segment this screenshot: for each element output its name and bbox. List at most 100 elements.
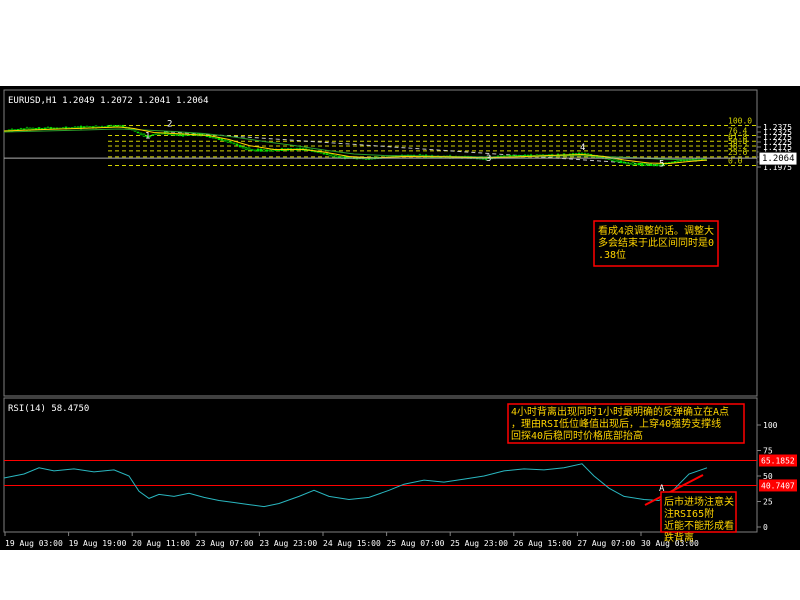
candle-body bbox=[232, 142, 236, 145]
candle-body bbox=[637, 163, 641, 166]
current-price-tag: 1.2064 bbox=[758, 151, 798, 166]
rsi-axis-label: 100 bbox=[763, 421, 778, 430]
candle-body bbox=[652, 164, 656, 167]
candle-body bbox=[139, 132, 143, 136]
candle-body bbox=[175, 134, 179, 136]
candle-body bbox=[649, 163, 653, 167]
candle-body bbox=[43, 127, 47, 130]
time-axis-label: 19 Aug 03:00 bbox=[5, 539, 63, 548]
candle-body bbox=[244, 147, 248, 150]
rsi-annotation-top-line: ，理由RSI低位峰值出现后，上穿40强势支撑线 bbox=[511, 417, 721, 430]
candle-body bbox=[610, 158, 614, 161]
candle-body bbox=[214, 137, 218, 139]
candle-body bbox=[631, 162, 635, 166]
candle-body bbox=[211, 136, 215, 139]
price-annotation-line: 看成4浪调整的话。调整大 bbox=[598, 224, 714, 237]
candle-body bbox=[334, 155, 338, 158]
price-annotation-box: 看成4浪调整的话。调整大多会结束于此区间同时是0.38位 bbox=[593, 220, 719, 267]
candle-body bbox=[28, 127, 32, 130]
wave-label: 3 bbox=[486, 154, 491, 164]
candle-body bbox=[34, 128, 38, 130]
candle-body bbox=[625, 161, 629, 165]
wave-label: 2 bbox=[167, 120, 172, 130]
candle-body bbox=[619, 160, 623, 163]
candle-body bbox=[241, 146, 245, 149]
candle-body bbox=[238, 144, 242, 148]
candle-body bbox=[172, 133, 176, 136]
candle-body bbox=[316, 151, 320, 154]
candle-body bbox=[154, 132, 158, 136]
rsi-axis-label: 75 bbox=[763, 447, 773, 456]
rsi-level-label: 65.1852 bbox=[761, 457, 795, 466]
price-annotation-line: .38位 bbox=[598, 248, 626, 261]
candle-body bbox=[655, 164, 659, 166]
rsi-annotation-bottom-line: 后市进场注意关 bbox=[664, 495, 734, 508]
candle-body bbox=[628, 162, 632, 165]
rsi-axis-label: 0 bbox=[763, 523, 768, 532]
candle-body bbox=[178, 134, 182, 136]
candle-body bbox=[76, 126, 80, 129]
candle-body bbox=[676, 159, 680, 162]
candle-body bbox=[253, 149, 257, 152]
wave-label: 5 bbox=[659, 160, 664, 170]
candle-body bbox=[673, 161, 677, 163]
candle-body bbox=[31, 127, 35, 130]
rsi-axis-label: 50 bbox=[763, 472, 773, 481]
price-chart-title: EURUSD,H1 1.2049 1.2072 1.2041 1.2064 bbox=[8, 96, 208, 106]
candle-body bbox=[220, 138, 224, 141]
rsi-title: RSI(14) 58.4750 bbox=[8, 404, 89, 414]
candle-body bbox=[151, 133, 155, 136]
rsi-level-label: 40.7407 bbox=[761, 481, 795, 490]
fib-level-label: 100.0 bbox=[728, 117, 752, 126]
wave-label: 4 bbox=[580, 143, 585, 153]
candle-body bbox=[226, 140, 230, 143]
time-axis-label: 26 Aug 15:00 bbox=[514, 539, 572, 548]
candle-body bbox=[331, 154, 335, 157]
candle-body bbox=[82, 126, 86, 129]
candle-body bbox=[319, 151, 323, 154]
candle-body bbox=[256, 148, 260, 152]
candle-body bbox=[622, 161, 626, 164]
candle-body bbox=[265, 149, 269, 152]
candle-body bbox=[229, 141, 233, 144]
candle-body bbox=[646, 164, 650, 166]
rsi-annotation-top-line: 回探40后稳同时价格底部抬高 bbox=[511, 429, 643, 442]
rsi-annotation-top-box: 4小时背离出现同时1小时最明确的反弹确立在A点，理由RSI低位峰值出现后，上穿4… bbox=[507, 403, 745, 444]
rsi-annotation-bottom-line: 近能不能形成看 bbox=[664, 519, 734, 532]
time-axis-label: 25 Aug 23:00 bbox=[450, 539, 508, 548]
rsi-annotation-bottom-line: 注RSI65附 bbox=[664, 507, 714, 520]
rsi-annotation-top-line: 4小时背离出现同时1小时最明确的反弹确立在A点 bbox=[511, 405, 729, 418]
rsi-axis-label: 25 bbox=[763, 498, 773, 507]
candle-body bbox=[235, 143, 239, 146]
candle-body bbox=[136, 131, 140, 134]
candle-body bbox=[247, 147, 251, 151]
candle-body bbox=[322, 152, 326, 155]
time-axis-label: 23 Aug 23:00 bbox=[259, 539, 317, 548]
candle-body bbox=[640, 162, 644, 166]
candle-body bbox=[73, 126, 77, 129]
candle-body bbox=[325, 153, 329, 155]
time-axis-label: 23 Aug 07:00 bbox=[196, 539, 254, 548]
candle-body bbox=[184, 134, 188, 136]
time-axis-label: 24 Aug 15:00 bbox=[323, 539, 381, 548]
time-axis-label: 25 Aug 07:00 bbox=[387, 539, 445, 548]
candle-body bbox=[613, 158, 617, 162]
candle-body bbox=[22, 128, 26, 131]
candle-body bbox=[223, 139, 227, 142]
candle-body bbox=[328, 153, 332, 157]
time-axis-label: 27 Aug 07:00 bbox=[577, 539, 635, 548]
wave-label: 1 bbox=[145, 131, 150, 141]
candle-body bbox=[268, 149, 272, 152]
candle-body bbox=[250, 148, 254, 151]
candle-body bbox=[634, 163, 638, 165]
candle-body bbox=[337, 156, 341, 158]
time-axis-label: 30 Aug 03:00 bbox=[641, 539, 699, 548]
current-price-label: 1.2064 bbox=[762, 154, 795, 164]
candle-body bbox=[91, 126, 95, 128]
candle-body bbox=[616, 159, 620, 163]
candle-body bbox=[643, 163, 647, 166]
candle-body bbox=[169, 133, 173, 136]
candle-body bbox=[262, 149, 266, 152]
candle-body bbox=[259, 148, 263, 152]
chart-canvas[interactable]: EURUSD,H1 1.2049 1.2072 1.2041 1.2064 10… bbox=[0, 0, 800, 600]
